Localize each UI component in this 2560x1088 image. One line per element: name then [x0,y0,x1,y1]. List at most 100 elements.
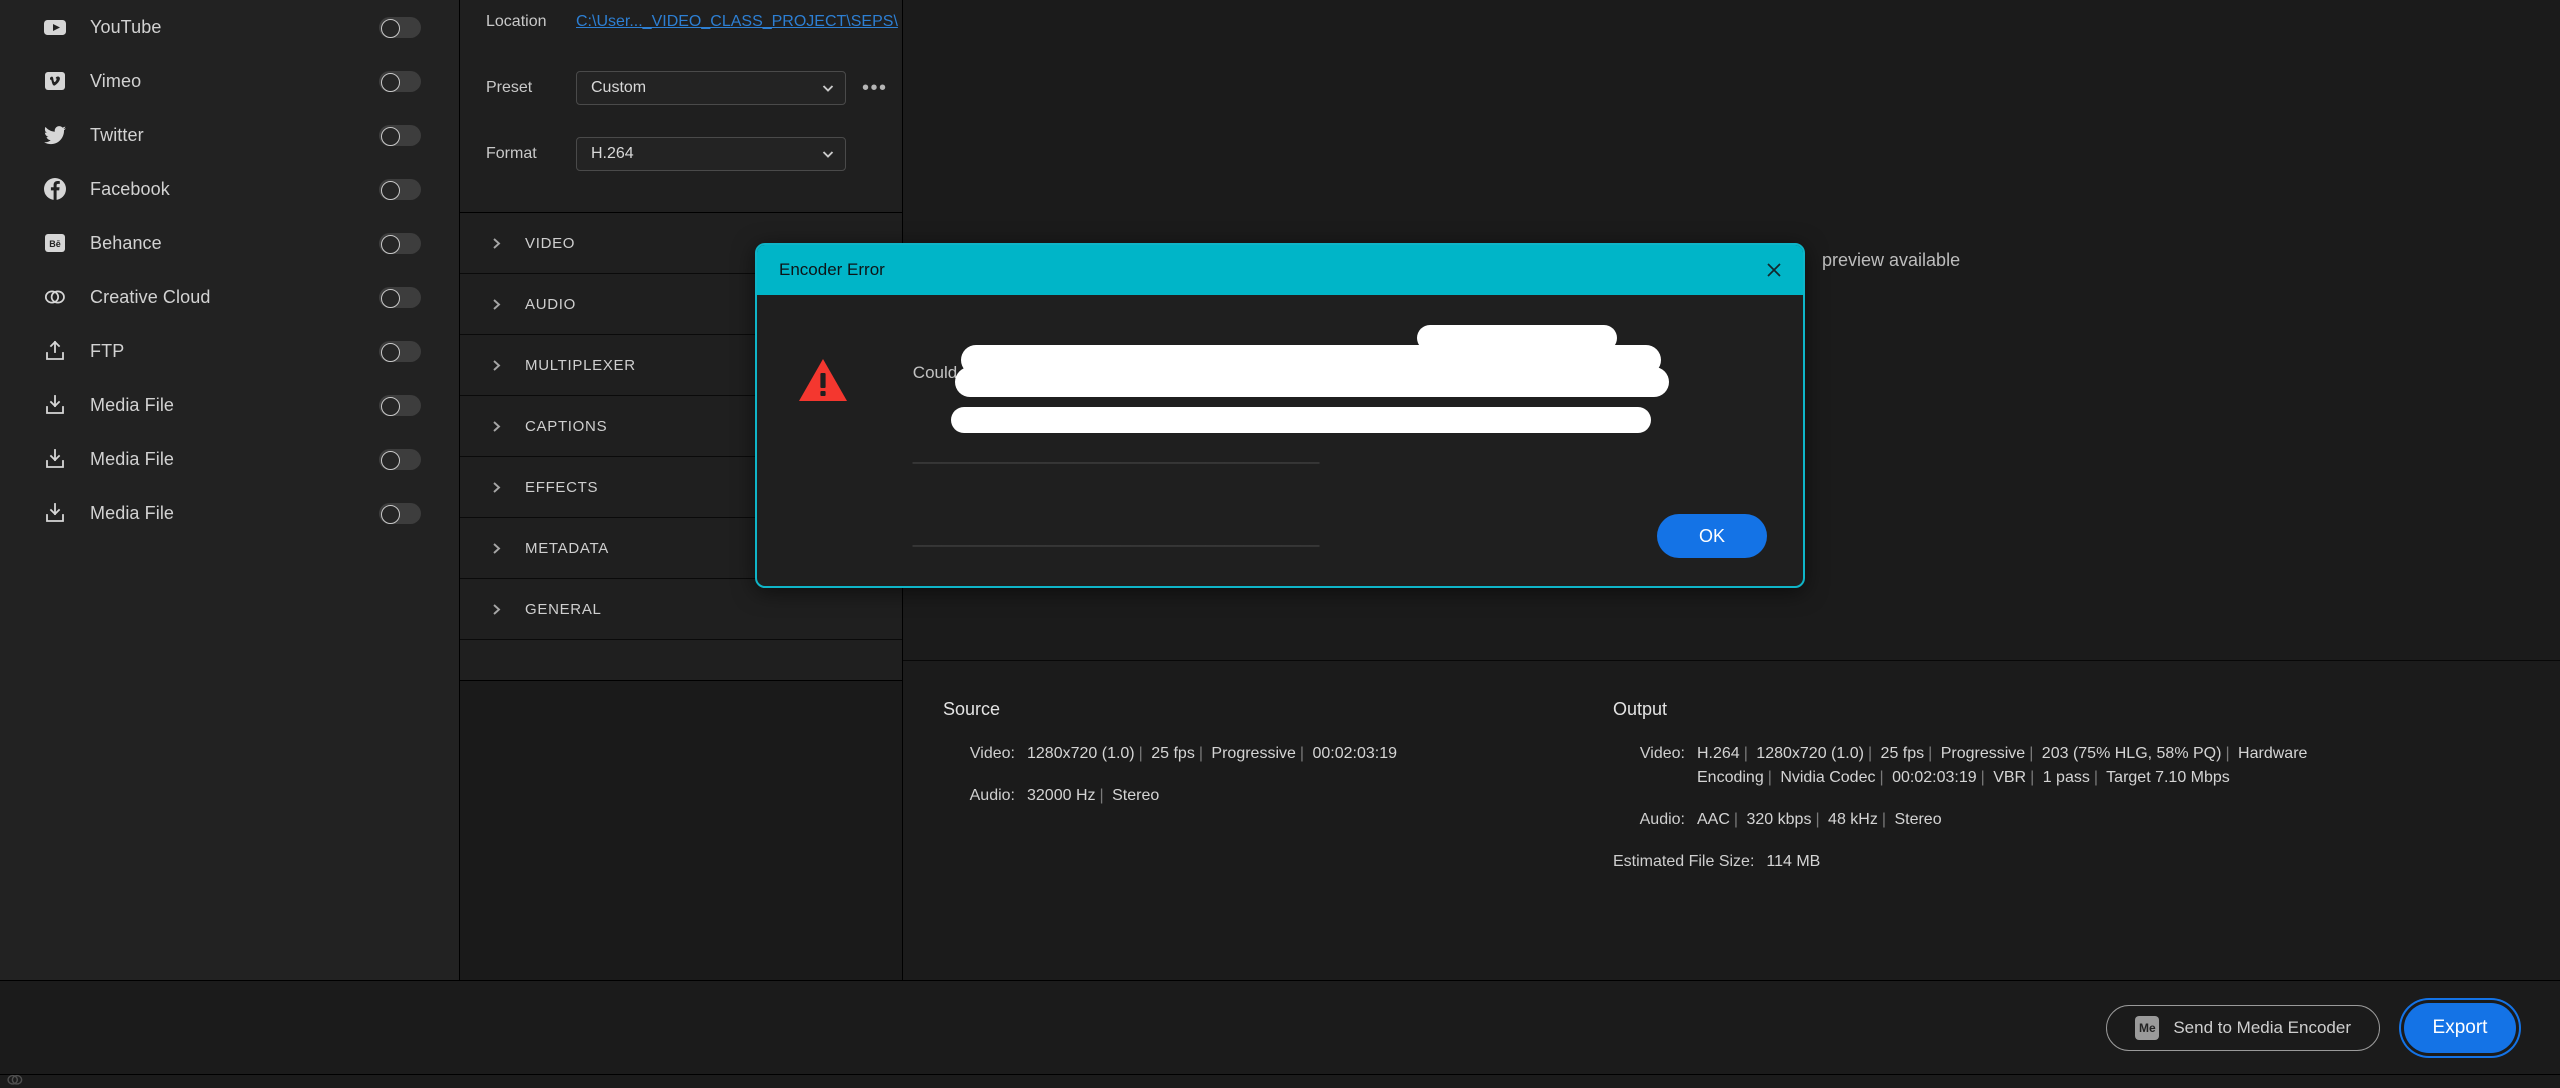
destination-row-facebook[interactable]: Facebook [0,162,459,216]
redaction-stroke [951,407,1651,433]
media-file-icon [42,392,68,418]
destination-toggle[interactable] [379,17,421,38]
source-video-key: Video: [943,742,1015,766]
export-settings-window: YouTube Vimeo Twitter [0,0,2560,1088]
export-button[interactable]: Export [2404,1003,2516,1053]
destination-label: Behance [90,233,379,254]
dialog-title-bar: Encoder Error [757,245,1803,295]
output-audio-value: AAC| 320 kbps| 48 kHz| Stereo [1697,808,1942,832]
chevron-down-icon [821,81,835,95]
chevron-right-icon [490,603,503,616]
destination-toggle[interactable] [379,449,421,470]
accordion-section-general[interactable]: GENERAL [460,579,902,640]
format-field-row: Format H.264 [460,132,902,176]
destination-row-youtube[interactable]: YouTube [0,0,459,54]
media-file-icon [42,446,68,472]
send-to-media-encoder-label: Send to Media Encoder [2173,1018,2351,1038]
destination-toggle[interactable] [379,395,421,416]
destination-toggle[interactable] [379,179,421,200]
destination-row-vimeo[interactable]: Vimeo [0,54,459,108]
output-size-key: Estimated File Size: [1613,850,1754,874]
status-strip [0,1074,2560,1088]
chevron-right-icon [490,420,503,433]
destination-label: YouTube [90,17,379,38]
destination-row-behance[interactable]: Bē Behance [0,216,459,270]
send-to-media-encoder-button[interactable]: Me Send to Media Encoder [2106,1005,2380,1051]
destination-label: Media File [90,395,379,416]
output-size-line: Estimated File Size: 114 MB [1613,850,2560,874]
output-size-value: 114 MB [1766,850,1820,874]
warning-triangle-icon [797,331,857,588]
destination-toggle[interactable] [379,341,421,362]
dialog-body: Could not write destination 'Media File'… [757,295,1803,588]
chevron-right-icon [490,359,503,372]
output-video-line: Video: H.264| 1280x720 (1.0)| 25 fps| Pr… [1613,742,2560,790]
format-select[interactable]: H.264 [576,137,846,171]
destination-row-media-file-3[interactable]: Media File [0,486,459,540]
chevron-right-icon [490,298,503,311]
source-video-value: 1280x720 (1.0)| 25 fps| Progressive| 00:… [1027,742,1397,766]
dialog-message: Could not write destination 'Media File'… [857,331,1763,588]
destination-toggle[interactable] [379,503,421,524]
ftp-upload-icon [42,338,68,364]
destination-row-twitter[interactable]: Twitter [0,108,459,162]
destination-label: Vimeo [90,71,379,92]
ok-button[interactable]: OK [1657,514,1767,558]
output-video-key: Video: [1613,742,1685,790]
source-video-line: Video: 1280x720 (1.0)| 25 fps| Progressi… [943,742,1573,766]
spacer [460,176,902,212]
location-field-row: Location C:\User..._VIDEO_CLASS_PROJECT\… [460,0,902,44]
destination-row-media-file-2[interactable]: Media File [0,432,459,486]
preset-select[interactable]: Custom [576,71,846,105]
accordion-label: CAPTIONS [525,418,607,435]
output-video-value: H.264| 1280x720 (1.0)| 25 fps| Progressi… [1697,742,2317,790]
preset-field-row: Preset Custom ••• [460,66,902,110]
settings-empty-area [460,680,902,980]
destination-toggle[interactable] [379,71,421,92]
destination-toggle[interactable] [379,125,421,146]
destination-label: Creative Cloud [90,287,379,308]
behance-icon: Bē [42,230,68,256]
summary-info-bar: Source Video: 1280x720 (1.0)| 25 fps| Pr… [903,660,2560,980]
source-audio-line: Audio: 32000 Hz| Stereo [943,784,1573,808]
dialog-message-redacted-3: ________________________________________… [913,528,1320,547]
destination-row-ftp[interactable]: FTP [0,324,459,378]
chevron-right-icon [490,237,503,250]
preset-label: Preset [486,79,576,97]
output-info-column: Output Video: H.264| 1280x720 (1.0)| 25 … [1573,699,2560,980]
destination-row-media-file-1[interactable]: Media File [0,378,459,432]
source-title: Source [943,699,1573,720]
location-path-link[interactable]: C:\User..._VIDEO_CLASS_PROJECT\SEPS\ [576,13,898,31]
youtube-icon [42,14,68,40]
destination-label: Media File [90,449,379,470]
creative-cloud-icon [42,284,68,310]
source-audio-key: Audio: [943,784,1015,808]
destination-label: FTP [90,341,379,362]
accordion-label: EFFECTS [525,479,598,496]
close-icon[interactable] [1759,255,1789,285]
spacer [460,110,902,132]
preset-more-options-button[interactable]: ••• [862,83,888,93]
source-info-column: Source Video: 1280x720 (1.0)| 25 fps| Pr… [903,699,1573,980]
dialog-message-redacted-2: ________________________________________… [913,445,1320,464]
chevron-right-icon [490,542,503,555]
vimeo-icon [42,68,68,94]
source-audio-value: 32000 Hz| Stereo [1027,784,1159,808]
chevron-right-icon [490,481,503,494]
accordion-label: VIDEO [525,235,575,252]
facebook-icon [42,176,68,202]
accordion-label: AUDIO [525,296,576,313]
creative-cloud-icon [4,1069,26,1088]
destination-label: Twitter [90,125,379,146]
svg-text:Bē: Bē [49,239,61,249]
chevron-down-icon [821,147,835,161]
destination-row-creative-cloud[interactable]: Creative Cloud [0,270,459,324]
dialog-title: Encoder Error [779,260,1759,280]
accordion-label: MULTIPLEXER [525,357,636,374]
destination-toggle[interactable] [379,287,421,308]
encoder-error-dialog: Encoder Error Could not write destinatio… [755,243,1805,588]
output-title: Output [1613,699,2560,720]
destination-toggle[interactable] [379,233,421,254]
redaction-stroke [955,367,1669,397]
media-encoder-icon: Me [2135,1016,2159,1040]
